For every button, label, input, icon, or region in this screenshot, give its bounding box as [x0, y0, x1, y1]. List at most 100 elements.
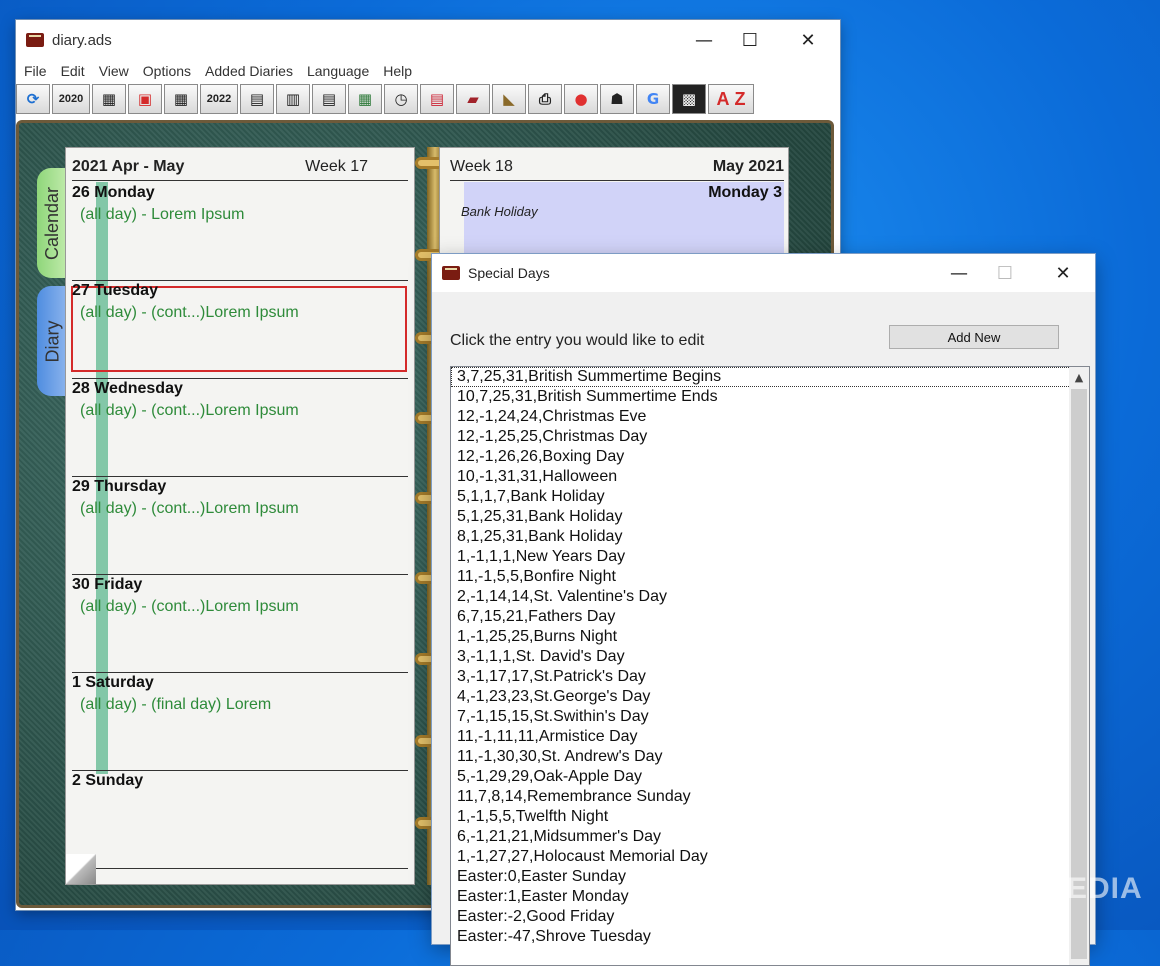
list-item[interactable]: 2,-1,14,14,St. Valentine's Day [451, 587, 1089, 607]
list-item[interactable]: 7,-1,15,15,St.Swithin's Day [451, 707, 1089, 727]
main-titlebar[interactable]: diary.ads — ☐ ✕ [16, 20, 840, 60]
list-item[interactable]: 11,-1,11,11,Armistice Day [451, 727, 1089, 747]
family-button[interactable]: ☗ [600, 84, 634, 114]
day-slot[interactable]: 28 Wednesday (all day) - (cont...)Lorem … [72, 378, 408, 477]
google-icon: G [646, 90, 660, 108]
toolbar: ⟳ 2020 ▦ ▣ ▦ 2022 ▤ ▥ ▤ ▦ ◷ ▤ ▰ ◣ ⎙ ● ☗ … [16, 82, 840, 116]
list-item[interactable]: 1,-1,25,25,Burns Night [451, 627, 1089, 647]
sort-az-button[interactable]: A Z [708, 84, 754, 114]
print-button[interactable]: ⎙ [528, 84, 562, 114]
list-item[interactable]: 1,-1,27,27,Holocaust Memorial Day [451, 847, 1089, 867]
diary-book-icon [26, 33, 44, 47]
notes-button[interactable]: ▤ [420, 84, 454, 114]
list-item[interactable]: 12,-1,26,26,Boxing Day [451, 447, 1089, 467]
list-item[interactable]: 8,1,25,31,Bank Holiday [451, 527, 1089, 547]
week-label: Week 17 [305, 158, 368, 175]
menu-options[interactable]: Options [143, 63, 191, 79]
menu-edit[interactable]: Edit [61, 63, 85, 79]
menu-view[interactable]: View [99, 63, 129, 79]
day-entry[interactable]: (all day) - Lorem Ipsum [80, 206, 245, 224]
bookmark-button[interactable]: ◣ [492, 84, 526, 114]
day-slot[interactable]: 26 Monday (all day) - Lorem Ipsum [72, 182, 408, 281]
add-new-button[interactable]: Add New [889, 325, 1059, 349]
month-view-button[interactable]: ▤ [312, 84, 346, 114]
list-item[interactable]: 5,-1,29,29,Oak-Apple Day [451, 767, 1089, 787]
refresh-button[interactable]: ⟳ [16, 84, 50, 114]
day-slot[interactable]: 29 Thursday (all day) - (cont...)Lorem I… [72, 476, 408, 575]
sort-a-label: A [716, 88, 730, 109]
list-item[interactable]: Easter:-2,Good Friday [451, 907, 1089, 927]
list-item[interactable]: 5,1,1,7,Bank Holiday [451, 487, 1089, 507]
dialog-close-button[interactable]: ✕ [1043, 261, 1083, 285]
address-book-button[interactable]: ▰ [456, 84, 490, 114]
holiday-day-slot[interactable]: Monday 3 Bank Holiday [461, 182, 784, 258]
day-label: 28 Wednesday [72, 380, 183, 397]
close-button[interactable]: ✕ [788, 28, 828, 52]
day-label: 30 Friday [72, 576, 143, 593]
holiday-label: Bank Holiday [461, 204, 538, 219]
month-range-label: 2021 Apr - May [72, 158, 185, 175]
prev-month-button[interactable]: ▦ [92, 84, 126, 114]
day-label: 1 Saturday [72, 674, 154, 691]
book-open-icon: ▤ [249, 90, 265, 108]
day-entry[interactable]: (all day) - (cont...)Lorem Ipsum [80, 500, 299, 518]
list-item[interactable]: 12,-1,25,25,Christmas Day [451, 427, 1089, 447]
clock-icon: ◷ [394, 90, 408, 108]
clock-button[interactable]: ◷ [384, 84, 418, 114]
special-button[interactable]: ▩ [672, 84, 706, 114]
list-item[interactable]: Easter:-47,Shrove Tuesday [451, 927, 1089, 947]
day-slot[interactable]: 2 Sunday [72, 770, 408, 869]
diary-book-icon [442, 266, 460, 280]
day-entry[interactable]: (all day) - (cont...)Lorem Ipsum [80, 598, 299, 616]
list-item[interactable]: 10,7,25,31,British Summertime Ends [451, 387, 1089, 407]
menu-added-diaries[interactable]: Added Diaries [205, 63, 293, 79]
list-item[interactable]: 3,7,25,31,British Summertime Begins [451, 367, 1089, 387]
right-page-header: Week 18 May 2021 [450, 156, 784, 181]
week-view-button[interactable]: ▥ [276, 84, 310, 114]
list-item[interactable]: 10,-1,31,31,Halloween [451, 467, 1089, 487]
dialog-title: Special Days [468, 265, 550, 281]
next-year-button[interactable]: 2022 [200, 84, 238, 114]
list-item[interactable]: 1,-1,5,5,Twelfth Night [451, 807, 1089, 827]
day-slot-selected[interactable]: 27 Tuesday (all day) - (cont...)Lorem Ip… [71, 280, 408, 379]
day-entry[interactable]: (all day) - (cont...)Lorem Ipsum [80, 402, 299, 420]
day-slot[interactable]: 30 Friday (all day) - (cont...)Lorem Ips… [72, 574, 408, 673]
list-item[interactable]: 12,-1,24,24,Christmas Eve [451, 407, 1089, 427]
list-item[interactable]: 1,-1,1,1,New Years Day [451, 547, 1089, 567]
maximize-button[interactable]: ☐ [730, 28, 770, 52]
sort-z-label: Z [734, 88, 746, 109]
prev-year-button[interactable]: 2020 [52, 84, 90, 114]
bookmark-icon: ◣ [503, 90, 515, 108]
list-item[interactable]: 6,-1,21,21,Midsummer's Day [451, 827, 1089, 847]
day-view-button[interactable]: ▤ [240, 84, 274, 114]
day-entry[interactable]: (all day) - (final day) Lorem [80, 696, 271, 714]
google-button[interactable]: G [636, 84, 670, 114]
page-curl-icon[interactable] [66, 854, 96, 884]
balloons-icon: ● [574, 90, 588, 108]
day-label: 27 Tuesday [72, 282, 158, 299]
minimize-button[interactable]: — [684, 28, 724, 52]
list-item[interactable]: 3,-1,1,1,St. David's Day [451, 647, 1089, 667]
list-item[interactable]: 5,1,25,31,Bank Holiday [451, 507, 1089, 527]
special-days-dialog: Special Days — ☐ ✕ Click the entry you w… [432, 254, 1095, 966]
menu-file[interactable]: File [24, 63, 47, 79]
list-item[interactable]: 4,-1,23,23,St.George's Day [451, 687, 1089, 707]
menu-help[interactable]: Help [383, 63, 412, 79]
dialog-titlebar[interactable]: Special Days — ☐ ✕ [432, 254, 1095, 292]
list-item[interactable]: 11,7,8,14,Remembrance Sunday [451, 787, 1089, 807]
menu-language[interactable]: Language [307, 63, 369, 79]
next-month-button[interactable]: ▦ [164, 84, 198, 114]
birthdays-button[interactable]: ● [564, 84, 598, 114]
list-item[interactable]: 3,-1,17,17,St.Patrick's Day [451, 667, 1089, 687]
today-button[interactable]: ▣ [128, 84, 162, 114]
dialog-minimize-button[interactable]: — [939, 261, 979, 285]
scroll-up-icon[interactable]: ▲ [1069, 367, 1089, 387]
list-item[interactable]: 11,-1,5,5,Bonfire Night [451, 567, 1089, 587]
address-book-icon: ▰ [467, 90, 479, 108]
day-entry[interactable]: (all day) - (cont...)Lorem Ipsum [80, 304, 299, 322]
list-item[interactable]: 11,-1,30,30,St. Andrew's Day [451, 747, 1089, 767]
year-planner-button[interactable]: ▦ [348, 84, 382, 114]
day-slot[interactable]: 1 Saturday (all day) - (final day) Lorem [72, 672, 408, 771]
refresh-icon: ⟳ [26, 90, 40, 108]
list-item[interactable]: 6,7,15,21,Fathers Day [451, 607, 1089, 627]
